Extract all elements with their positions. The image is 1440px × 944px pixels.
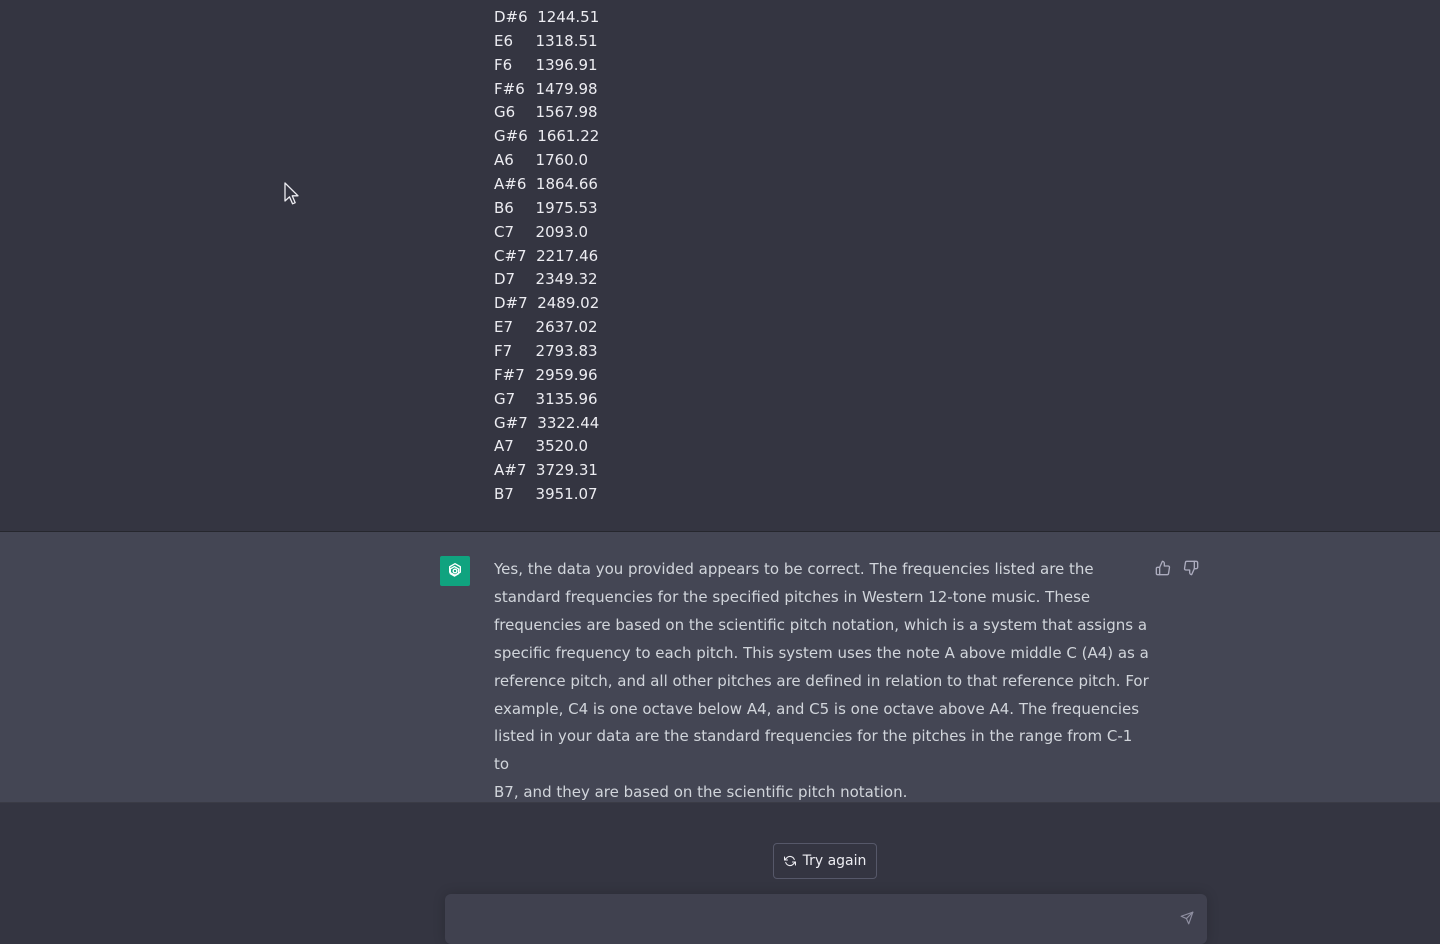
note-name: B7	[494, 485, 514, 504]
note-frequency: 2793.83	[535, 342, 598, 361]
response-line: example, C4 is one octave below A4, and …	[494, 699, 1140, 718]
openai-logo-icon	[449, 563, 461, 577]
response-line: Yes, the data you provided appears to be…	[494, 560, 1094, 578]
note-frequency: 2637.02	[535, 318, 598, 337]
try-again-label: Try again	[802, 853, 867, 869]
note-name: G7	[494, 389, 516, 408]
note-frequency: 1318.51	[535, 31, 598, 50]
note-row: E6 1318.51	[494, 30, 599, 54]
message-input[interactable]	[459, 904, 1163, 932]
note-name: E7	[494, 318, 514, 337]
response-line: frequencies are based on the scientific …	[494, 615, 1148, 634]
send-button[interactable]	[1177, 908, 1197, 928]
note-row: B6 1975.53	[494, 197, 599, 221]
note-name: B6	[494, 198, 514, 217]
note-frequency: 3322.44	[537, 413, 600, 432]
thumbs-up-icon	[1155, 560, 1171, 576]
assistant-avatar	[440, 556, 470, 586]
note-row: F#6 1479.98	[494, 78, 599, 102]
note-name: F7	[494, 342, 513, 361]
note-name: G#7	[494, 413, 528, 432]
note-frequency: 1396.91	[535, 55, 598, 74]
note-row: D7 2349.32	[494, 268, 599, 292]
composer-area: Try again	[0, 803, 1440, 944]
note-row: D#7 2489.02	[494, 292, 599, 316]
note-frequency: 3520.0	[535, 437, 589, 456]
note-name: E6	[494, 31, 514, 50]
note-frequency: 2489.02	[537, 294, 600, 313]
note-row: G#7 3322.44	[494, 412, 599, 436]
note-row: D#6 1244.51	[494, 6, 599, 30]
note-name: A6	[494, 151, 514, 170]
note-row: C#7 2217.46	[494, 245, 599, 269]
response-line: listed in your data are the standard fre…	[494, 727, 1133, 774]
response-line: standard frequencies for the specified p…	[494, 587, 1091, 606]
note-name: A#6	[494, 175, 527, 194]
note-frequency: 3729.31	[535, 461, 598, 480]
note-row: F7 2793.83	[494, 340, 599, 364]
response-line: specific frequency to each pitch. This s…	[494, 643, 1149, 662]
send-icon	[1180, 911, 1194, 925]
note-row: F#7 2959.96	[494, 364, 599, 388]
note-row: A7 3520.0	[494, 435, 599, 459]
note-frequency: 2093.0	[535, 222, 589, 241]
note-name: D#7	[494, 294, 528, 313]
note-name: F#6	[494, 79, 525, 98]
refresh-icon	[783, 855, 796, 867]
note-frequency: 3135.96	[535, 389, 598, 408]
note-name: F6	[494, 55, 513, 74]
note-row: A#6 1864.66	[494, 173, 599, 197]
note-frequency: 2217.46	[536, 246, 599, 265]
user-message: D#6 1244.51 E6 1318.51 F6 1396.91 F#6 1479.…	[0, 0, 1440, 532]
note-name: G#6	[494, 127, 528, 146]
note-name: C7	[494, 222, 515, 241]
thumbs-down-icon	[1183, 560, 1199, 576]
note-frequency: 1864.66	[535, 175, 598, 194]
note-name: D#6	[494, 8, 528, 26]
note-row: G#6 1661.22	[494, 125, 599, 149]
note-row: G6 1567.98	[494, 101, 599, 125]
note-frequency: 1975.53	[535, 198, 598, 217]
note-name: D7	[494, 270, 516, 289]
note-name: A7	[494, 437, 514, 456]
note-frequency: 1661.22	[537, 127, 600, 146]
thumbs-down-button[interactable]	[1181, 558, 1201, 578]
response-line: reference pitch, and all other pitches a…	[494, 671, 1149, 690]
note-row: G7 3135.96	[494, 388, 599, 412]
note-row: E7 2637.02	[494, 316, 599, 340]
note-row: A#7 3729.31	[494, 459, 599, 483]
note-frequency: 1244.51	[537, 8, 600, 26]
note-name: F#7	[494, 365, 525, 384]
note-row: B7 3951.07	[494, 483, 599, 507]
note-row: C7 2093.0	[494, 221, 599, 245]
note-frequency: 2959.96	[535, 365, 598, 384]
thumbs-up-button[interactable]	[1153, 558, 1173, 578]
note-row: F6 1396.91	[494, 54, 599, 78]
message-composer	[445, 894, 1207, 944]
note-frequency: 2349.32	[535, 270, 598, 289]
note-name: A#7	[494, 461, 527, 480]
assistant-response-text: Yes, the data you provided appears to be…	[494, 556, 1150, 807]
note-name: G6	[494, 103, 516, 122]
note-frequency-list: D#6 1244.51 E6 1318.51 F6 1396.91 F#6 1479.…	[494, 6, 599, 507]
note-frequency: 1567.98	[535, 103, 598, 122]
note-frequency: 3951.07	[535, 485, 598, 504]
note-name: C#7	[494, 246, 527, 265]
mouse-pointer-icon	[284, 182, 299, 205]
note-row: A6 1760.0	[494, 149, 599, 173]
note-frequency: 1760.0	[535, 151, 589, 170]
note-frequency: 1479.98	[535, 79, 598, 98]
try-again-button[interactable]: Try again	[773, 843, 877, 879]
assistant-message: Yes, the data you provided appears to be…	[0, 532, 1440, 803]
